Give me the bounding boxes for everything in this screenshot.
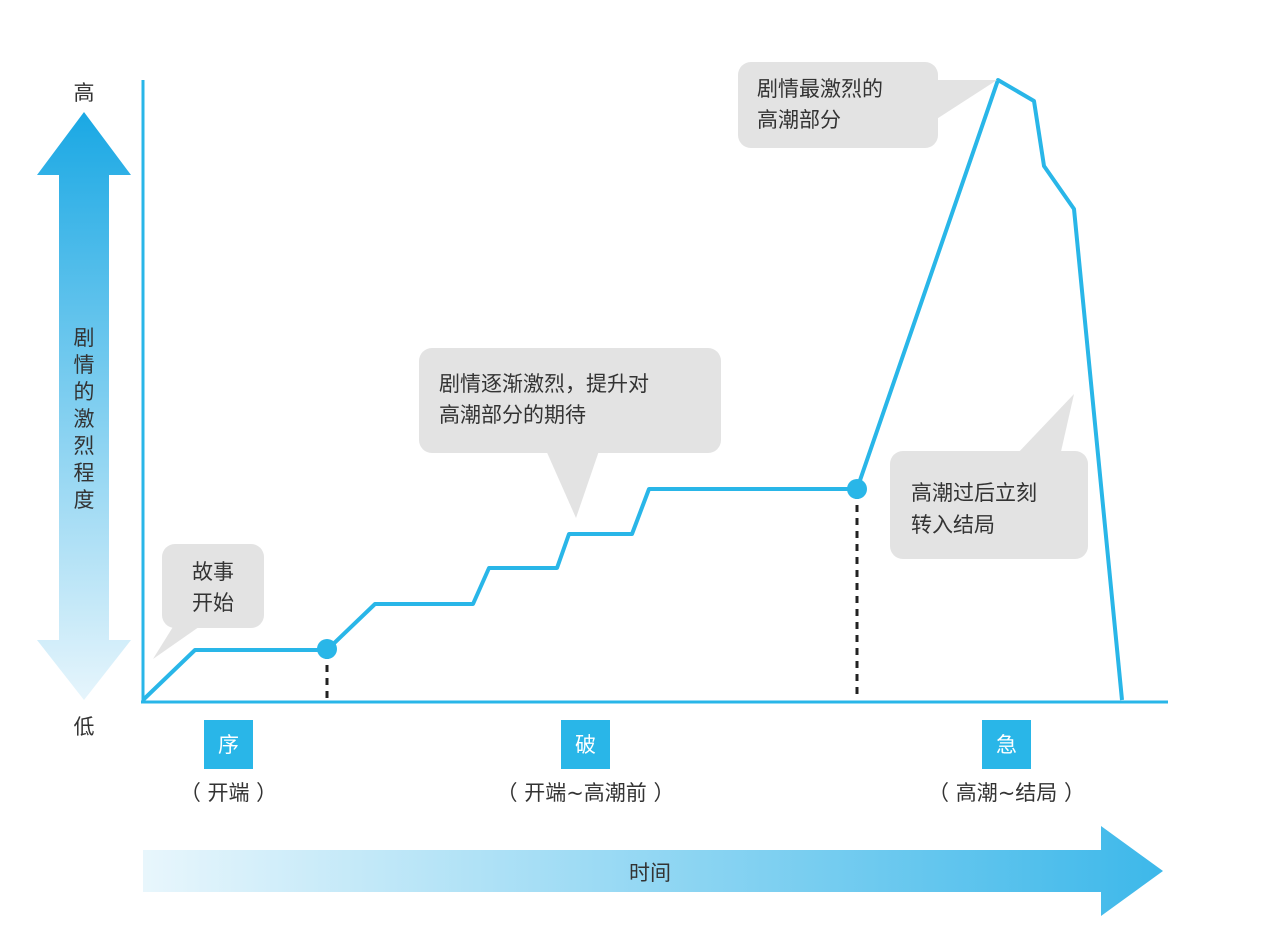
intensity-arrow: 高 低 剧情的激烈程度 — [37, 81, 131, 739]
y-axis-title: 剧情的激烈程度 — [74, 326, 95, 512]
callout-text-line2: 开始 — [192, 591, 234, 615]
phase-ha: 破 （ 开端~高潮前 ） — [497, 720, 675, 805]
x-axis-title: 时间 — [629, 861, 671, 885]
time-arrow: 时间 — [143, 826, 1163, 916]
phase-box-label: 序 — [218, 733, 239, 757]
y-axis-title-char: 情 — [74, 353, 95, 377]
callout-box — [419, 348, 721, 453]
callout-pointer — [1015, 394, 1074, 456]
callout-text-line2: 高潮部分 — [757, 108, 841, 132]
phase-box-label: 急 — [996, 733, 1017, 757]
callout-box — [738, 62, 938, 148]
y-axis-title-char: 剧 — [74, 326, 95, 350]
callout-pointer — [545, 448, 600, 518]
turning-point-1 — [317, 639, 337, 659]
phase-caption: （ 高潮~结局 ） — [928, 781, 1085, 805]
callout-text-line1: 故事 — [192, 560, 234, 584]
callout-text-line1: 剧情逐渐激烈，提升对 — [439, 372, 649, 396]
phase-jo: 序 （ 开端 ） — [180, 720, 277, 805]
intensity-arrow-shape — [37, 112, 131, 700]
callout-climax: 剧情最激烈的 高潮部分 — [738, 62, 997, 148]
callout-pointer — [153, 622, 206, 659]
y-axis-title-char: 激 — [74, 407, 95, 431]
y-axis-title-char: 度 — [74, 488, 95, 512]
callout-rising-tension: 剧情逐渐激烈，提升对 高潮部分的期待 — [419, 348, 721, 518]
y-axis-title-char: 烈 — [74, 434, 95, 458]
y-axis-bottom-label: 低 — [74, 715, 95, 739]
callout-text-line1: 剧情最激烈的 — [757, 77, 883, 101]
phase-caption: （ 开端 ） — [180, 781, 277, 805]
callout-ending: 高潮过后立刻 转入结局 — [890, 394, 1088, 559]
callout-box — [890, 451, 1088, 559]
callout-box — [162, 544, 264, 628]
y-axis-title-char: 的 — [74, 380, 95, 404]
y-axis-title-char: 程 — [74, 461, 95, 485]
callout-text-line1: 高潮过后立刻 — [911, 481, 1037, 505]
callout-text-line2: 转入结局 — [911, 513, 995, 537]
phase-caption: （ 开端~高潮前 ） — [497, 781, 675, 805]
y-axis-top-label: 高 — [74, 81, 95, 105]
story-intensity-diagram: 高 低 剧情的激烈程度 故事 开始 剧情逐渐激烈，提升对 高潮部分的期待 剧情最… — [37, 62, 1168, 916]
turning-point-2 — [847, 479, 867, 499]
callout-story-start: 故事 开始 — [153, 544, 264, 659]
phase-box-label: 破 — [575, 733, 596, 757]
phase-dividers — [325, 492, 859, 700]
callout-text-line2: 高潮部分的期待 — [439, 403, 586, 427]
phase-kyu: 急 （ 高潮~结局 ） — [928, 720, 1085, 805]
